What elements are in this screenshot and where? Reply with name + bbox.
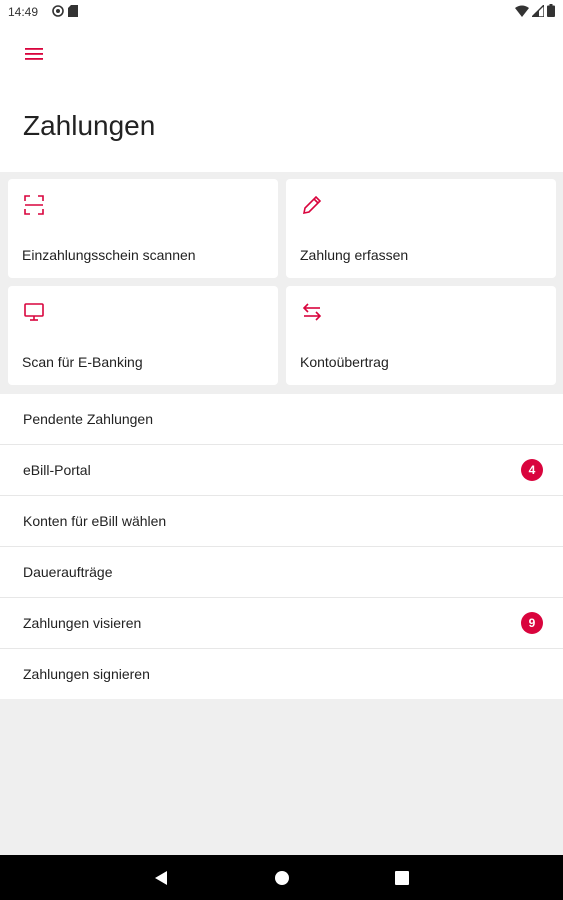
status-time: 14:49	[8, 5, 39, 19]
tile-label: Zahlung erfassen	[300, 247, 409, 263]
back-icon[interactable]	[149, 866, 173, 890]
list-item-label: eBill-Portal	[23, 462, 91, 478]
payments-menu-list: Pendente Zahlungen eBill-Portal 4 Konten…	[0, 394, 563, 699]
list-item-standing-orders[interactable]: Daueraufträge	[0, 547, 563, 598]
list-item-label: Zahlungen signieren	[23, 666, 150, 682]
list-item-ebill-portal[interactable]: eBill-Portal 4	[0, 445, 563, 496]
list-item-pending-payments[interactable]: Pendente Zahlungen	[0, 394, 563, 445]
status-bar: 14:49	[0, 0, 563, 24]
list-item-label: Daueraufträge	[23, 564, 113, 580]
cell-signal-icon	[530, 2, 545, 20]
list-item-label: Konten für eBill wählen	[23, 513, 167, 529]
tile-label: Einzahlungsschein scannen	[22, 247, 196, 263]
create-payment-tile[interactable]: Zahlung erfassen	[286, 179, 556, 278]
monitor-icon	[22, 300, 46, 324]
action-tiles: Einzahlungsschein scannen Zahlung erfass…	[8, 179, 556, 385]
account-transfer-tile[interactable]: Kontoübertrag	[286, 286, 556, 385]
at-sign-icon	[52, 5, 64, 20]
pencil-icon	[300, 193, 324, 217]
transfer-arrows-icon	[300, 300, 324, 324]
list-item-approve-payments[interactable]: Zahlungen visieren 9	[0, 598, 563, 649]
scan-for-ebanking-tile[interactable]: Scan für E-Banking	[8, 286, 278, 385]
wifi-icon	[515, 5, 529, 20]
system-nav-bar	[0, 855, 563, 900]
hamburger-menu-icon[interactable]	[20, 40, 48, 68]
home-icon[interactable]	[270, 866, 294, 890]
header: Zahlungen	[0, 24, 563, 172]
tile-label: Scan für E-Banking	[22, 354, 143, 370]
page-title: Zahlungen	[23, 110, 156, 141]
list-item-sign-payments[interactable]: Zahlungen signieren	[0, 649, 563, 699]
list-item-label: Zahlungen visieren	[23, 615, 142, 631]
battery-icon	[547, 4, 555, 20]
scan-icon	[22, 193, 46, 217]
scan-payment-slip-tile[interactable]: Einzahlungsschein scannen	[8, 179, 278, 278]
count-badge: 9	[521, 612, 543, 634]
sd-card-icon	[68, 5, 78, 20]
list-item-label: Pendente Zahlungen	[23, 411, 153, 427]
tile-label: Kontoübertrag	[300, 354, 389, 370]
count-badge: 4	[521, 459, 543, 481]
list-item-ebill-accounts[interactable]: Konten für eBill wählen	[0, 496, 563, 547]
recents-icon[interactable]	[390, 866, 414, 890]
